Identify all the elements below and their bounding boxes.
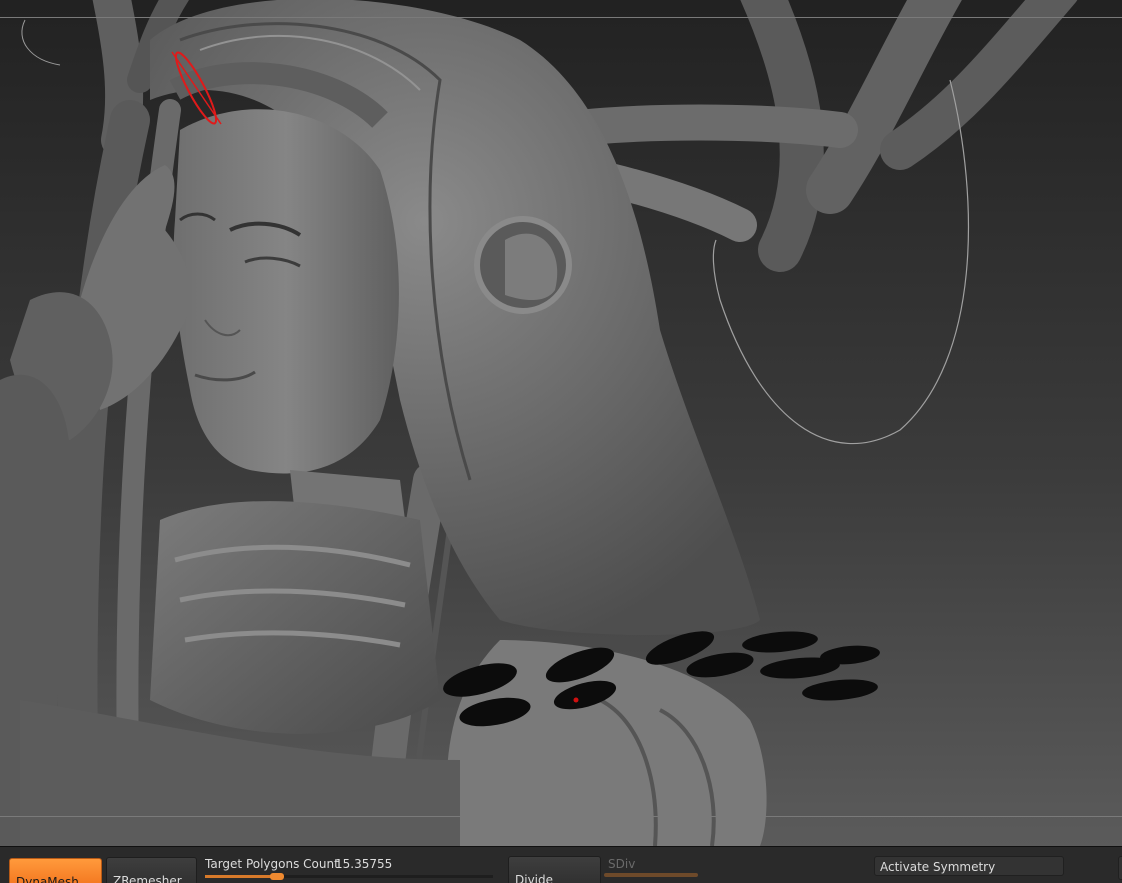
activate-symmetry-button[interactable]: Activate Symmetry bbox=[874, 856, 1064, 876]
divide-button[interactable]: Divide bbox=[508, 856, 601, 883]
zremesher-button[interactable]: ZRemesher bbox=[106, 857, 197, 883]
bottom-toolbar: DynaMesh ZRemesher Target Polygons Count… bbox=[0, 846, 1122, 883]
sculpt-model bbox=[0, 0, 1078, 846]
slider-fill bbox=[205, 875, 277, 878]
target-polygons-label: Target Polygons Count bbox=[205, 857, 339, 871]
dynamesh-button[interactable]: DynaMesh bbox=[9, 858, 102, 883]
sdiv-track[interactable] bbox=[604, 873, 698, 877]
ear-ring bbox=[474, 216, 572, 314]
slider-handle[interactable] bbox=[270, 873, 284, 880]
sdiv-label: SDiv bbox=[608, 857, 636, 871]
canvas-boundary-top bbox=[0, 17, 1122, 18]
face bbox=[173, 109, 399, 474]
overflow-button[interactable] bbox=[1118, 856, 1122, 880]
3d-viewport[interactable] bbox=[0, 0, 1122, 846]
target-polygons-slider[interactable]: Target Polygons Count 15.35755 bbox=[200, 853, 500, 881]
target-polygons-value: 15.35755 bbox=[335, 857, 393, 871]
collar bbox=[150, 501, 440, 734]
canvas-boundary-bottom bbox=[0, 816, 1122, 817]
sdiv-slider[interactable]: SDiv bbox=[604, 855, 698, 881]
